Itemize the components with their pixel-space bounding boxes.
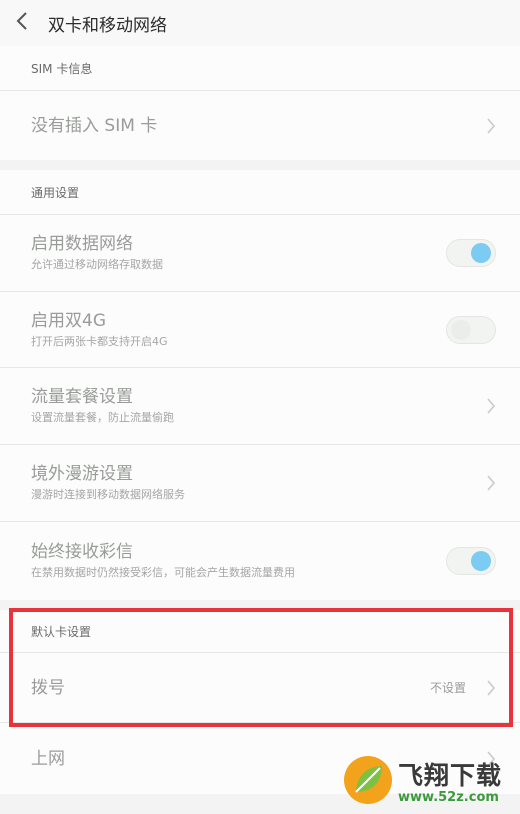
- chevron-left-icon: [16, 11, 28, 36]
- chevron-right-icon: [486, 117, 496, 134]
- section-title-default-card: 默认卡设置: [31, 624, 92, 639]
- dial-label: 拨号: [31, 677, 65, 698]
- data-network-toggle[interactable]: [446, 239, 496, 267]
- header-bar: 双卡和移动网络: [0, 0, 520, 46]
- section-title-sim-info: SIM 卡信息: [31, 61, 93, 76]
- watermark-brand: 飞翔下载: [398, 760, 503, 790]
- general-section: 通用设置 启用数据网络 允许通过移动网络存取数据 启用双4G 打开后两张卡都支持…: [0, 170, 520, 600]
- data-network-desc: 允许通过移动网络存取数据: [31, 258, 163, 271]
- dial-row[interactable]: 拨号 不设置: [0, 652, 520, 722]
- mms-desc: 在禁用数据时仍然接受彩信，可能会产生数据流量费用: [31, 566, 295, 579]
- data-network-label: 启用数据网络: [31, 234, 133, 254]
- back-button[interactable]: [0, 0, 44, 46]
- no-sim-row[interactable]: 没有插入 SIM 卡: [0, 90, 520, 160]
- data-plan-desc: 设置流量套餐，防止流量偷跑: [31, 411, 174, 424]
- dual-4g-label: 启用双4G: [31, 310, 106, 331]
- mms-label: 始终接收彩信: [31, 542, 133, 562]
- data-plan-row[interactable]: 流量套餐设置 设置流量套餐，防止流量偷跑: [0, 367, 520, 444]
- page-title: 双卡和移动网络: [48, 15, 167, 36]
- mms-toggle[interactable]: [446, 547, 496, 575]
- dual-4g-row[interactable]: 启用双4G 打开后两张卡都支持开启4G: [0, 291, 520, 367]
- no-sim-label: 没有插入 SIM 卡: [31, 115, 158, 136]
- chevron-right-icon: [486, 679, 496, 696]
- section-title-general: 通用设置: [31, 185, 80, 200]
- chevron-right-icon: [486, 475, 496, 491]
- roaming-label: 境外漫游设置: [31, 464, 133, 484]
- data-plan-label: 流量套餐设置: [31, 387, 133, 407]
- leaf-logo-icon: [342, 754, 394, 806]
- roaming-row[interactable]: 境外漫游设置 漫游时连接到移动数据网络服务: [0, 444, 520, 521]
- chevron-right-icon: [486, 398, 496, 414]
- sim-info-section: SIM 卡信息 没有插入 SIM 卡: [0, 46, 520, 160]
- roaming-desc: 漫游时连接到移动数据网络服务: [31, 488, 185, 501]
- dual-4g-desc: 打开后两张卡都支持开启4G: [31, 334, 168, 348]
- watermark: 飞翔下载 www.52z.com: [342, 750, 514, 810]
- dual-4g-toggle[interactable]: [446, 315, 496, 344]
- mms-row[interactable]: 始终接收彩信 在禁用数据时仍然接受彩信，可能会产生数据流量费用: [0, 521, 520, 600]
- data-network-row[interactable]: 启用数据网络 允许通过移动网络存取数据: [0, 214, 520, 291]
- watermark-url: www.52z.com: [398, 789, 499, 805]
- dial-value: 不设置: [429, 681, 466, 695]
